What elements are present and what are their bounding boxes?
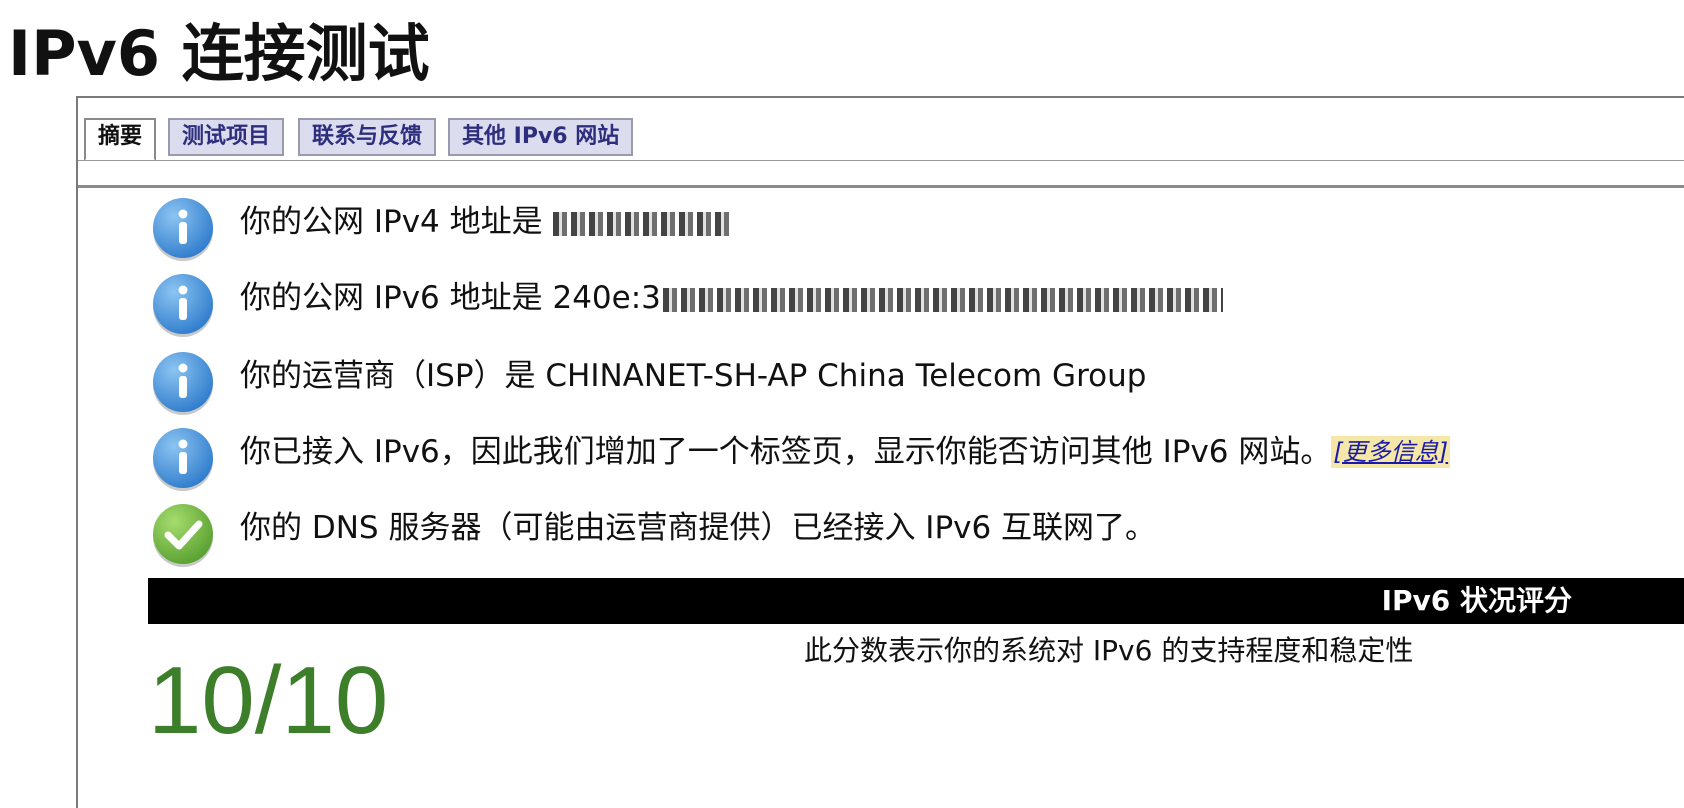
- message-ipv6-address: 你的公网 IPv6 地址是 240e:3: [150, 272, 1684, 342]
- tab-strip-divider: [78, 160, 1684, 161]
- message-text: 你的公网 IPv6 地址是 240e:3: [240, 278, 1223, 318]
- message-text: 你的 DNS 服务器（可能由运营商提供）已经接入 IPv6 互联网了。: [240, 510, 1157, 546]
- content-frame: 摘要 测试项目 联系与反馈 其他 IPv6 网站 你的公网 IPv4 地址是 你…: [76, 96, 1684, 808]
- tab-panel-divider: [78, 185, 1684, 188]
- check-icon: [153, 504, 213, 567]
- info-icon: [153, 274, 213, 337]
- redacted-ipv6-value: [662, 287, 1223, 312]
- score-value: 10/10: [148, 647, 389, 754]
- message-text: 你的公网 IPv4 地址是: [240, 202, 731, 242]
- tab-bar: 摘要 测试项目 联系与反馈 其他 IPv6 网站: [78, 98, 1684, 188]
- info-icon: [153, 352, 213, 415]
- ipv6-tab-text: 你已接入 IPv6，因此我们增加了一个标签页，显示你能否访问其他 IPv6 网站…: [240, 434, 1332, 470]
- ipv4-label: 你的公网 IPv4 地址是: [240, 204, 543, 240]
- tab-test-items[interactable]: 测试项目: [168, 118, 285, 156]
- message-text: 你的运营商（ISP）是 CHINANET-SH-AP China Telecom…: [240, 358, 1147, 394]
- score-description: 此分数表示你的系统对 IPv6 的支持程度和稳定性: [804, 634, 1414, 667]
- score-header-bar: IPv6 状况评分: [148, 578, 1684, 624]
- page: IPv6 连接测试 摘要 测试项目 联系与反馈 其他 IPv6 网站 你的公网 …: [0, 0, 1684, 808]
- message-ipv4-address: 你的公网 IPv4 地址是: [150, 196, 1684, 266]
- message-isp: 你的运营商（ISP）是 CHINANET-SH-AP China Telecom…: [150, 350, 1684, 420]
- ipv6-label: 你的公网 IPv6 地址是 240e:3: [240, 280, 661, 316]
- tab-summary[interactable]: 摘要: [84, 118, 157, 161]
- info-icon: [153, 428, 213, 491]
- message-dns-ipv6: 你的 DNS 服务器（可能由运营商提供）已经接入 IPv6 互联网了。: [150, 502, 1684, 572]
- message-ipv6-tab-added: 你已接入 IPv6，因此我们增加了一个标签页，显示你能否访问其他 IPv6 网站…: [150, 426, 1684, 496]
- message-text: 你已接入 IPv6，因此我们增加了一个标签页，显示你能否访问其他 IPv6 网站…: [240, 432, 1451, 472]
- tab-other-ipv6-sites[interactable]: 其他 IPv6 网站: [448, 118, 634, 156]
- score-header-title: IPv6 状况评分: [1381, 584, 1572, 617]
- redacted-ipv4-value: [552, 211, 731, 236]
- more-info-link[interactable]: [更多信息]: [1331, 436, 1451, 468]
- tab-contact-feedback[interactable]: 联系与反馈: [298, 118, 437, 156]
- info-icon: [153, 198, 213, 261]
- page-title: IPv6 连接测试: [8, 17, 430, 90]
